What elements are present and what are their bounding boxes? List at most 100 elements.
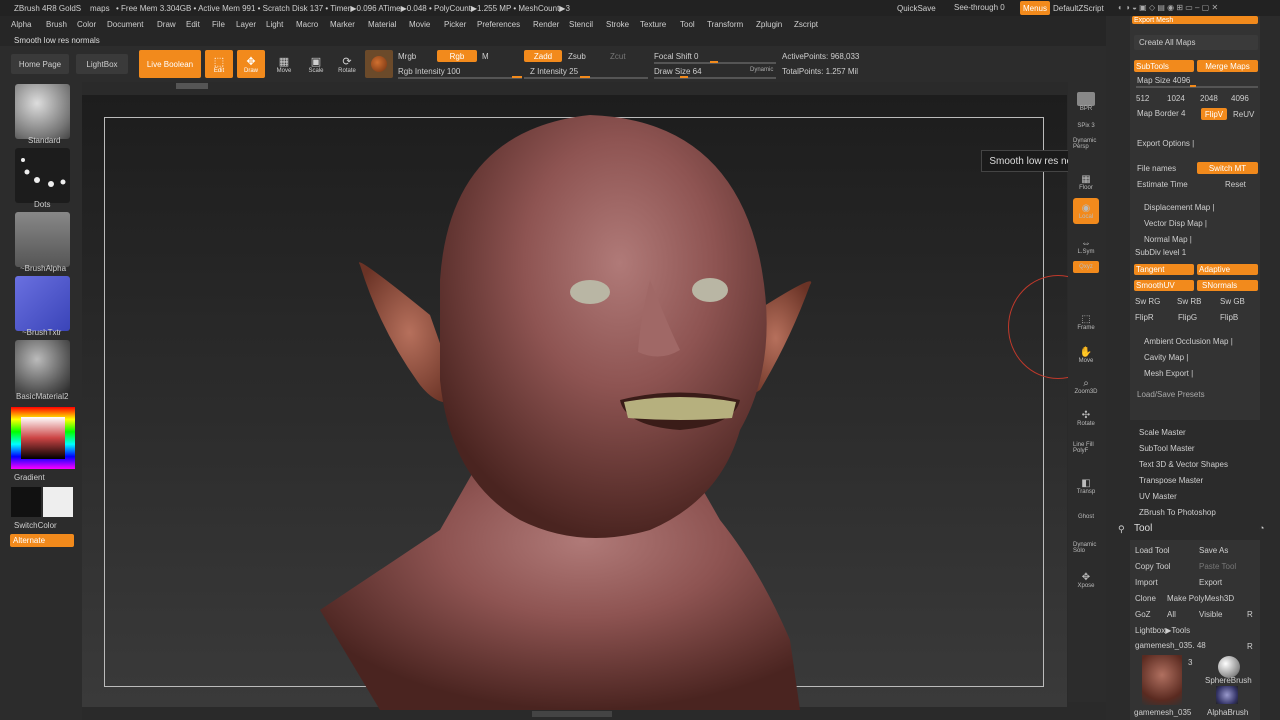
zadd-button[interactable]: Zadd: [524, 50, 562, 62]
export-options-toggle[interactable]: Export Options |: [1137, 139, 1194, 148]
floor-icon[interactable]: ▦ Floor: [1073, 170, 1099, 194]
export-button[interactable]: Export: [1199, 578, 1222, 587]
menu-item-tool[interactable]: Tool: [680, 20, 695, 29]
flipv-button[interactable]: FlipV: [1201, 108, 1227, 120]
plugin-text3d[interactable]: Text 3D & Vector Shapes: [1139, 460, 1228, 469]
plugin-transpose-master[interactable]: Transpose Master: [1139, 476, 1203, 485]
reuv-button[interactable]: ReUV: [1233, 110, 1254, 119]
tool-palette-pin-icon[interactable]: ◔: [1259, 523, 1264, 533]
reset-button[interactable]: Reset: [1225, 180, 1246, 189]
load-save-presets-toggle[interactable]: Load/Save Presets: [1137, 390, 1205, 399]
draw-button[interactable]: ✥ Draw: [237, 50, 265, 78]
menu-item-transform[interactable]: Transform: [707, 20, 743, 29]
menu-item-light[interactable]: Light: [266, 20, 283, 29]
goz-button[interactable]: GoZ: [1135, 610, 1151, 619]
menu-item-marker[interactable]: Marker: [330, 20, 355, 29]
secondary-color-swatch[interactable]: [11, 487, 41, 517]
menu-item-movie[interactable]: Movie: [409, 20, 430, 29]
vector-disp-map-toggle[interactable]: Vector Disp Map |: [1144, 219, 1207, 228]
menu-item-layer[interactable]: Layer: [236, 20, 256, 29]
current-tool-slider[interactable]: gamemesh_035. 48: [1135, 641, 1206, 650]
tangent-button[interactable]: Tangent: [1134, 264, 1194, 275]
material-swatch[interactable]: [365, 50, 393, 78]
menu-item-alpha[interactable]: Alpha: [11, 20, 31, 29]
map-size-track[interactable]: [1136, 86, 1258, 88]
viewport-scroll-handle[interactable]: [176, 83, 208, 89]
visible-button[interactable]: Visible: [1199, 610, 1222, 619]
menu-item-texture[interactable]: Texture: [640, 20, 666, 29]
create-all-maps-button[interactable]: Create All Maps: [1134, 35, 1258, 50]
clone-button[interactable]: Clone: [1135, 594, 1156, 603]
local-icon[interactable]: ◉ Local: [1073, 198, 1099, 224]
make-polymesh3d-button[interactable]: Make PolyMesh3D: [1167, 594, 1234, 603]
plugin-uv-master[interactable]: UV Master: [1139, 492, 1177, 501]
menu-item-zscript[interactable]: Zscript: [794, 20, 818, 29]
merge-maps-button[interactable]: Merge Maps: [1197, 60, 1258, 72]
color-picker[interactable]: [11, 407, 75, 469]
rgb-button[interactable]: Rgb: [437, 50, 477, 62]
menu-item-preferences[interactable]: Preferences: [477, 20, 520, 29]
paste-tool-button[interactable]: Paste Tool: [1199, 562, 1236, 571]
sw-rg-button[interactable]: Sw RG: [1135, 297, 1160, 306]
menu-item-stroke[interactable]: Stroke: [606, 20, 629, 29]
move-button[interactable]: ▦ Move: [270, 50, 298, 78]
save-as-button[interactable]: Save As: [1199, 546, 1228, 555]
menu-item-document[interactable]: Document: [107, 20, 143, 29]
menus-button[interactable]: Menus: [1020, 1, 1050, 15]
viewport-bottom-handle[interactable]: [532, 711, 612, 717]
switch-mt-button[interactable]: Switch MT: [1197, 162, 1258, 174]
defaultzscript-button[interactable]: DefaultZScript: [1053, 4, 1104, 13]
flipr-button[interactable]: FlipR: [1135, 313, 1154, 322]
z-intensity-label[interactable]: Z Intensity 25: [530, 67, 578, 76]
subdiv-level-slider[interactable]: SubDiv level 1: [1135, 248, 1186, 257]
solo-icon[interactable]: Dynamic Solo: [1073, 536, 1099, 560]
normal-map-toggle[interactable]: Normal Map |: [1144, 235, 1192, 244]
lightbox-button[interactable]: LightBox: [76, 54, 128, 74]
lightbox-tools-button[interactable]: Lightbox▶Tools: [1135, 626, 1190, 635]
scale-button[interactable]: ▣ Scale: [302, 50, 330, 78]
rotate-button[interactable]: ⟳ Rotate: [333, 50, 361, 78]
ghost-icon[interactable]: Ghost: [1073, 505, 1099, 529]
material-sphere-icon[interactable]: [15, 340, 70, 395]
dynamic-button[interactable]: Dynamic: [750, 67, 773, 73]
smoothuv-button[interactable]: SmoothUV: [1134, 280, 1194, 291]
lsym-icon[interactable]: ⇔ L.Sym: [1073, 234, 1099, 258]
menu-item-edit[interactable]: Edit: [186, 20, 200, 29]
displacement-map-toggle[interactable]: Displacement Map |: [1144, 203, 1215, 212]
window-controls-icon[interactable]: ◐ ◑ ◒ ▣ ◇ ▤ ◉ ⊞ ▭ – ▢ ✕: [1118, 3, 1218, 12]
brush-texture-icon[interactable]: [15, 276, 70, 331]
draw-size-slider[interactable]: [654, 77, 776, 79]
bpr-icon[interactable]: BPR: [1073, 90, 1099, 114]
sw-gb-button[interactable]: Sw GB: [1220, 297, 1245, 306]
flipb-button[interactable]: FlipB: [1220, 313, 1238, 322]
tool-thumbnail-head[interactable]: [1142, 655, 1182, 705]
map-size-slider[interactable]: Map Size 4096: [1137, 76, 1190, 85]
menu-item-zplugin[interactable]: Zplugin: [756, 20, 782, 29]
edit-button[interactable]: ⬚ Edit: [205, 50, 233, 78]
seethrough-slider[interactable]: See-through 0: [954, 3, 1005, 12]
alternate-button[interactable]: Alternate: [10, 534, 74, 547]
plugin-zbrush-to-photoshop[interactable]: ZBrush To Photoshop: [1139, 508, 1216, 517]
zoom3d-icon[interactable]: ⌕ Zoom3D: [1073, 374, 1099, 398]
rotate-view-icon[interactable]: ✣ Rotate: [1073, 406, 1099, 430]
adaptive-button[interactable]: Adaptive: [1197, 264, 1258, 275]
sphere-brush-thumbnail[interactable]: [1218, 656, 1240, 678]
gradient-label[interactable]: Gradient: [14, 473, 45, 482]
load-tool-button[interactable]: Load Tool: [1135, 546, 1170, 555]
subtools-button[interactable]: SubTools: [1134, 60, 1194, 72]
menu-item-stencil[interactable]: Stencil: [569, 20, 593, 29]
map-border-slider[interactable]: Map Border 4: [1137, 109, 1185, 118]
all-button[interactable]: All: [1167, 610, 1176, 619]
quicksave-button[interactable]: QuickSave: [897, 4, 936, 13]
estimate-time-button[interactable]: Estimate Time: [1137, 180, 1188, 189]
plugin-subtool-master[interactable]: SubTool Master: [1139, 444, 1195, 453]
frame-icon[interactable]: ⬚ Frame: [1073, 310, 1099, 334]
alpha-brush-thumbnail[interactable]: [1216, 686, 1238, 704]
cavity-map-toggle[interactable]: Cavity Map |: [1144, 353, 1188, 362]
ambient-occlusion-map-toggle[interactable]: Ambient Occlusion Map |: [1144, 337, 1233, 346]
r2-button[interactable]: R: [1247, 642, 1253, 651]
menu-item-render[interactable]: Render: [533, 20, 559, 29]
size-2048-button[interactable]: 2048: [1200, 94, 1218, 103]
m-button[interactable]: M: [482, 52, 489, 61]
size-512-button[interactable]: 512: [1136, 94, 1149, 103]
